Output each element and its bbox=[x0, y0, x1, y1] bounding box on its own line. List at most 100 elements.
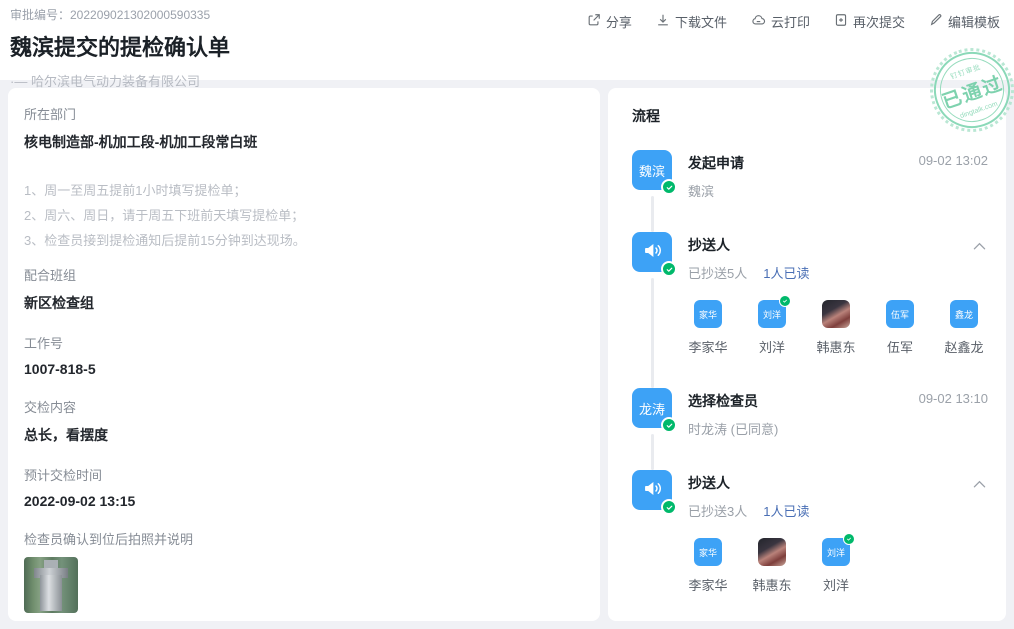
cc-person[interactable]: 家华 李家华 bbox=[688, 538, 728, 594]
timeline-left bbox=[632, 470, 672, 594]
check-badge-icon bbox=[661, 179, 677, 195]
cc-person[interactable]: 伍军 伍军 bbox=[880, 300, 920, 356]
note-line: 3、检查员接到提检通知后提前15分钟到达现场。 bbox=[24, 228, 584, 253]
step-timestamp: 09-02 13:02 bbox=[919, 150, 988, 168]
cc-person-name: 刘洋 bbox=[759, 337, 785, 356]
cloud-print-icon bbox=[751, 13, 766, 30]
field-label: 检查员确认到位后拍照并说明 bbox=[24, 529, 584, 548]
field-department: 所在部门 核电制造部-机加工段-机加工段常白班 bbox=[24, 104, 584, 152]
flow-step-cc-2: 抄送人 已抄送3人 1人已读 家华 李家华 韩惠东 bbox=[632, 470, 988, 594]
field-value: 2022-09-02 13:15 bbox=[24, 493, 584, 509]
timeline-connector bbox=[651, 434, 654, 470]
field-expected-time: 预计交检时间 2022-09-02 13:15 bbox=[24, 465, 584, 509]
cc-person[interactable]: 家华 李家华 bbox=[688, 300, 728, 356]
note-line: 2、周六、周日，请于周五下班前天填写提检单； bbox=[24, 203, 584, 228]
attachment-photo-thumbnail[interactable] bbox=[24, 557, 78, 613]
timeline-left: 魏滨 bbox=[632, 150, 672, 232]
field-value: 总长，看摆度 bbox=[24, 425, 584, 445]
step-subtitle: 魏滨 bbox=[688, 181, 988, 200]
avatar-text: 家华 bbox=[699, 308, 717, 321]
flow-title: 流程 bbox=[632, 106, 988, 126]
resubmit-label: 再次提交 bbox=[853, 12, 905, 31]
step-title: 选择检查员 bbox=[688, 388, 919, 411]
cc-person[interactable]: 韩惠东 bbox=[816, 300, 856, 356]
avatar: 刘洋 bbox=[822, 538, 850, 566]
cc-person[interactable]: 刘洋 刘洋 bbox=[752, 300, 792, 356]
avatar: 鑫龙 bbox=[950, 300, 978, 328]
cc-count: 已抄送3人 bbox=[688, 501, 747, 520]
read-check-icon bbox=[779, 295, 791, 307]
resubmit-button[interactable]: 再次提交 bbox=[834, 11, 905, 31]
cc-status-row: 已抄送5人 1人已读 bbox=[688, 263, 988, 282]
cc-person[interactable]: 鑫龙 赵鑫龙 bbox=[944, 300, 984, 356]
step-subtitle: 时龙涛 (已同意) bbox=[688, 419, 988, 438]
step-title-row: 抄送人 bbox=[688, 470, 988, 493]
cc-person[interactable]: 韩惠东 bbox=[752, 538, 792, 594]
resubmit-icon bbox=[834, 13, 848, 30]
field-value: 新区检查组 bbox=[24, 293, 584, 313]
page-header: 审批编号：202209021302000590335 魏滨提交的提检确认单 ·—… bbox=[0, 0, 1014, 80]
step-title-row: 发起申请 09-02 13:02 bbox=[688, 150, 988, 173]
step-body: 抄送人 已抄送5人 1人已读 家华 李家华 刘洋 bbox=[688, 232, 988, 388]
megaphone-icon bbox=[642, 478, 663, 502]
avatar-text: 家华 bbox=[699, 546, 717, 559]
step-title: 抄送人 bbox=[688, 470, 971, 493]
share-label: 分享 bbox=[606, 12, 632, 31]
field-team: 配合班组 新区检查组 bbox=[24, 265, 584, 313]
avatar: 刘洋 bbox=[758, 300, 786, 328]
flow-step-choose-inspector: 龙涛 选择检查员 09-02 13:10 时龙涛 (已同意) bbox=[632, 388, 988, 470]
collapse-chevron-icon[interactable] bbox=[971, 470, 988, 493]
avatar bbox=[632, 232, 672, 272]
note-line: 1、周一至周五提前1小时填写提检单； bbox=[24, 178, 584, 203]
field-value: 核电制造部-机加工段-机加工段常白班 bbox=[24, 132, 584, 152]
avatar-text: 魏滨 bbox=[639, 161, 665, 180]
check-badge-icon bbox=[661, 417, 677, 433]
cc-read-link[interactable]: 1人已读 bbox=[763, 501, 809, 520]
cc-people-row: 家华 李家华 刘洋 刘洋 韩惠东 伍军 伍 bbox=[688, 300, 988, 356]
avatar-photo bbox=[758, 538, 786, 566]
flow-panel: 流程 魏滨 发起申请 09-02 13:02 魏滨 bbox=[608, 88, 1006, 621]
share-button[interactable]: 分享 bbox=[587, 11, 632, 31]
edit-template-icon bbox=[929, 13, 943, 30]
edit-template-button[interactable]: 编辑模板 bbox=[929, 11, 1000, 31]
field-inspection-content: 交检内容 总长，看摆度 bbox=[24, 397, 584, 445]
cloud-print-button[interactable]: 云打印 bbox=[751, 11, 810, 31]
share-icon bbox=[587, 13, 601, 30]
cc-person-name: 韩惠东 bbox=[752, 575, 791, 594]
download-label: 下载文件 bbox=[675, 12, 727, 31]
timeline-left: 龙涛 bbox=[632, 388, 672, 470]
field-label: 交检内容 bbox=[24, 397, 584, 416]
avatar-text: 刘洋 bbox=[763, 308, 781, 321]
flow-step-initiate: 魏滨 发起申请 09-02 13:02 魏滨 bbox=[632, 150, 988, 232]
avatar-photo bbox=[822, 300, 850, 328]
collapse-chevron-icon[interactable] bbox=[971, 232, 988, 255]
cc-person-name: 李家华 bbox=[688, 575, 727, 594]
form-panel: 所在部门 核电制造部-机加工段-机加工段常白班 1、周一至周五提前1小时填写提检… bbox=[8, 88, 600, 621]
cc-person[interactable]: 刘洋 刘洋 bbox=[816, 538, 856, 594]
step-body: 抄送人 已抄送3人 1人已读 家华 李家华 韩惠东 bbox=[688, 470, 988, 594]
approval-number: 审批编号：202209021302000590335 bbox=[10, 6, 230, 23]
step-body: 发起申请 09-02 13:02 魏滨 bbox=[688, 150, 988, 232]
field-label: 配合班组 bbox=[24, 265, 584, 284]
step-title: 发起申请 bbox=[688, 150, 919, 173]
cc-person-name: 刘洋 bbox=[823, 575, 849, 594]
cc-count: 已抄送5人 bbox=[688, 263, 747, 282]
cc-read-link[interactable]: 1人已读 bbox=[763, 263, 809, 282]
avatar-text: 伍军 bbox=[891, 308, 909, 321]
content-area: 所在部门 核电制造部-机加工段-机加工段常白班 1、周一至周五提前1小时填写提检… bbox=[0, 88, 1014, 621]
download-file-button[interactable]: 下载文件 bbox=[656, 11, 727, 31]
form-notes: 1、周一至周五提前1小时填写提检单； 2、周六、周日，请于周五下班前天填写提检单… bbox=[24, 178, 584, 253]
megaphone-icon bbox=[642, 240, 663, 264]
field-photo: 检查员确认到位后拍照并说明 bbox=[24, 529, 584, 613]
flow-step-cc-1: 抄送人 已抄送5人 1人已读 家华 李家华 刘洋 bbox=[632, 232, 988, 388]
timeline-connector bbox=[651, 278, 654, 388]
avatar: 家华 bbox=[694, 538, 722, 566]
download-icon bbox=[656, 13, 670, 30]
step-person: 魏滨 bbox=[688, 181, 714, 200]
step-title-row: 选择检查员 09-02 13:10 bbox=[688, 388, 988, 411]
header-actions: 分享 下载文件 云打印 再次提交 编辑模板 bbox=[587, 6, 1004, 80]
step-person: 时龙涛 (已同意) bbox=[688, 419, 778, 438]
timeline-left bbox=[632, 232, 672, 388]
field-job-number: 工作号 1007-818-5 bbox=[24, 333, 584, 377]
field-label: 工作号 bbox=[24, 333, 584, 352]
